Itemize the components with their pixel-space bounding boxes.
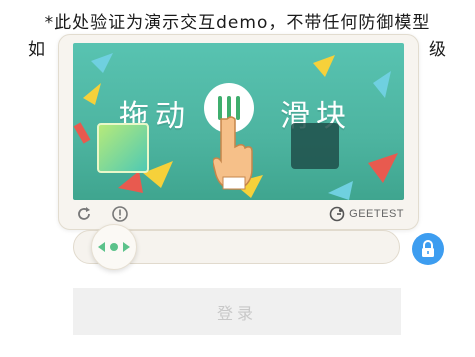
captcha-puzzle-image: 拖动 滑块 bbox=[73, 43, 404, 200]
geetest-logo-icon bbox=[329, 206, 345, 222]
info-icon[interactable] bbox=[109, 203, 131, 225]
refresh-icon[interactable] bbox=[73, 203, 95, 225]
puzzle-target-slot bbox=[291, 123, 339, 169]
geetest-brand[interactable]: GEETEST bbox=[329, 206, 404, 222]
drag-arrows-icon bbox=[98, 242, 130, 252]
captcha-panel: 拖动 滑块 GEETEST bbox=[58, 34, 419, 230]
login-button[interactable]: 登录 bbox=[73, 288, 401, 335]
lock-icon bbox=[422, 240, 434, 257]
lock-button[interactable] bbox=[412, 233, 444, 265]
captcha-footer: GEETEST bbox=[73, 202, 404, 226]
hand-pointer-icon bbox=[213, 116, 253, 190]
notice-line-1: *此处验证为演示交互demo，不带任何防御模型 bbox=[44, 13, 431, 33]
geetest-brand-label: GEETEST bbox=[349, 208, 404, 220]
puzzle-piece[interactable] bbox=[97, 123, 149, 173]
notice-line-2-start: 如 bbox=[28, 40, 46, 60]
slider-thumb[interactable] bbox=[91, 224, 137, 270]
notice-line-2-end: 级 bbox=[429, 40, 447, 60]
